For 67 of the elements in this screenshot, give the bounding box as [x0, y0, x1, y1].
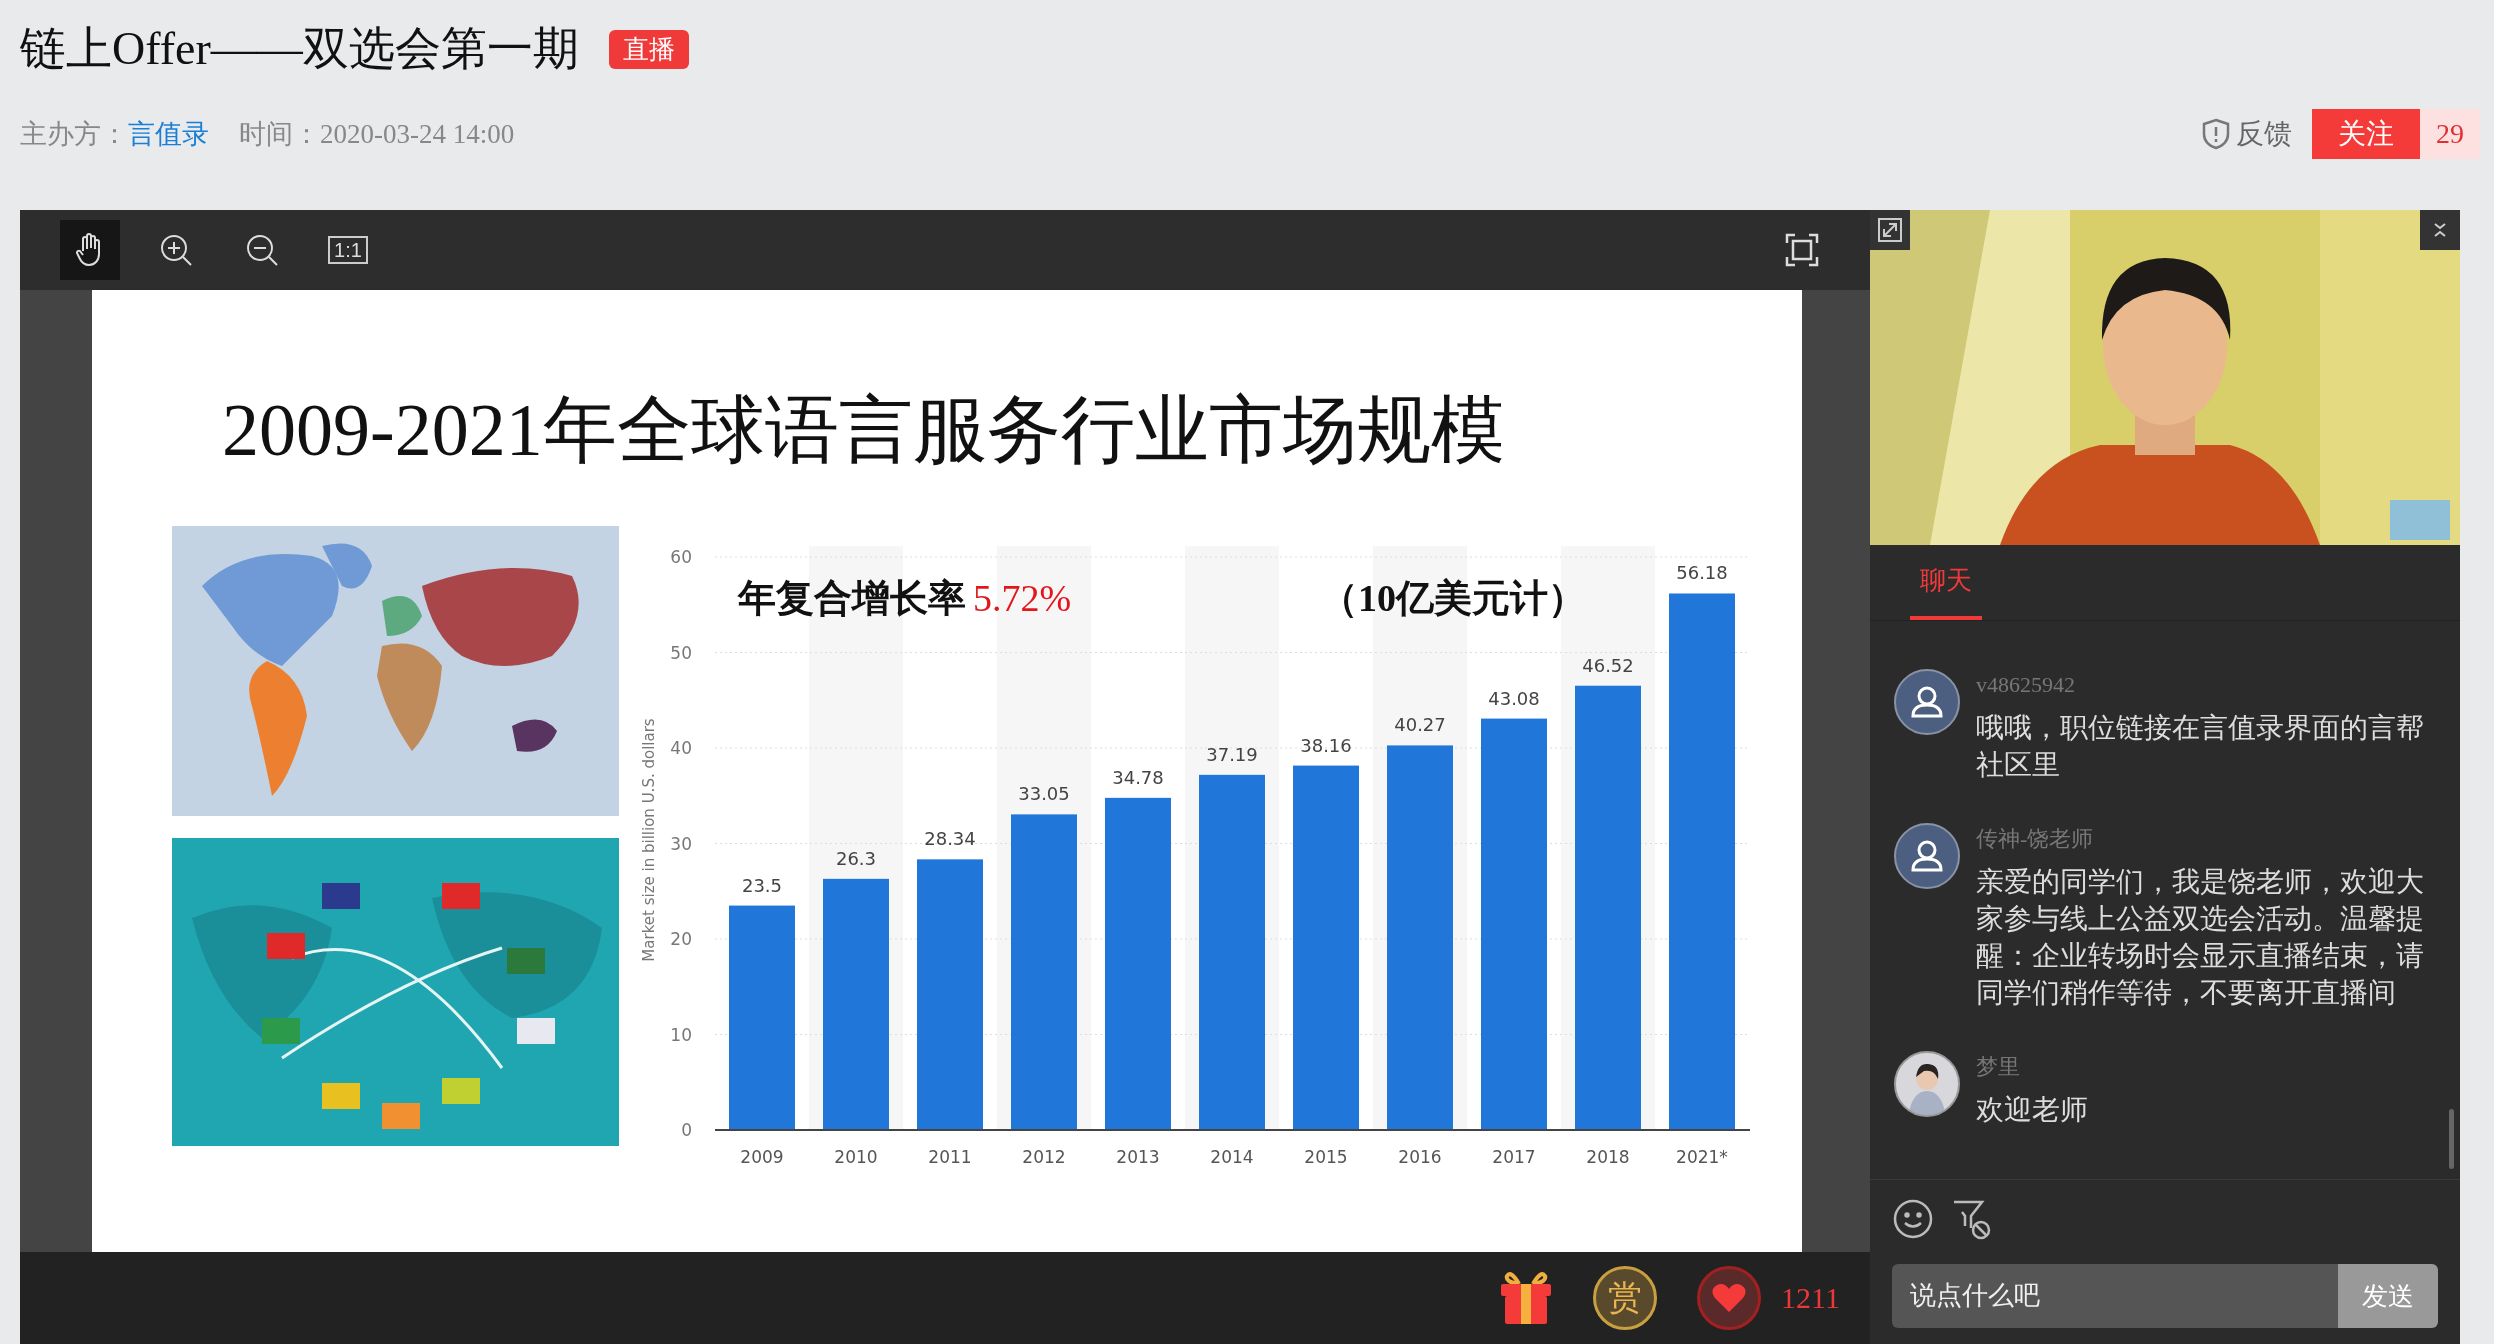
tick-label: 20 — [670, 929, 692, 949]
emoji-icon[interactable] — [1892, 1198, 1934, 1240]
unit-note: （10亿美元计） — [1320, 577, 1586, 619]
data-label: 23.5 — [741, 874, 783, 896]
event-time: 时间：2020-03-24 14:00 — [239, 118, 515, 151]
scrollbar[interactable] — [2449, 1109, 2454, 1169]
host-link[interactable]: 言值录 — [128, 116, 209, 152]
page-title: 链上Offer——双选会第一期 — [20, 22, 579, 76]
fullscreen-icon — [1785, 233, 1819, 267]
chat-tab[interactable]: 聊天 — [1910, 545, 1982, 620]
zoom-in-icon — [159, 233, 193, 267]
data-label: 33.05 — [1018, 783, 1070, 805]
chat-message: 亲爱的同学们，我是饶老师，欢迎大家参与线上公益双选会活动。温馨提醒：企业转场时会显示直播结束，请同学们稍作等待，不要离开直播间 — [1976, 865, 2425, 1010]
data-label: 56.18 — [1676, 562, 1728, 584]
follow-button[interactable]: 关注 — [2312, 109, 2420, 159]
tick-label: 50 — [670, 642, 692, 663]
data-label: 46.52 — [1582, 654, 1634, 676]
zoom-out-icon — [245, 233, 279, 267]
expand-button[interactable] — [1870, 210, 1910, 250]
actual-size-tool[interactable]: 1:1 — [318, 220, 378, 280]
chat-message: 欢迎老师 — [1976, 1093, 2089, 1127]
heart-icon — [1711, 1282, 1748, 1314]
chat-message: 哦哦，职位链接在言值录界面的言帮社区里 — [1976, 711, 2425, 782]
like-count: 1211 — [1781, 1281, 1840, 1315]
tick-label: 60 — [670, 547, 692, 567]
data-label: 43.08 — [1488, 687, 1540, 709]
tick-label: 0 — [681, 1120, 692, 1140]
axis-label: 2015 — [1304, 1147, 1348, 1167]
chat-input[interactable]: 说点什么吧 — [1892, 1264, 2338, 1328]
data-label: 28.34 — [924, 828, 976, 850]
reward-button[interactable]: 赏 — [1593, 1266, 1658, 1330]
axis-label: 2012 — [1022, 1147, 1066, 1167]
follower-count: 29 — [2420, 109, 2480, 159]
send-button[interactable]: 发送 — [2338, 1264, 2438, 1328]
axis-title: Market size in billion U.S. dollars — [640, 718, 658, 962]
axis-label: 2016 — [1398, 1147, 1442, 1167]
axis-label: 2017 — [1492, 1147, 1536, 1167]
username: 传神-饶老师 — [1976, 825, 2095, 853]
filter-icon[interactable] — [1952, 1198, 1992, 1240]
growth-label: 年复合增长率 — [738, 577, 966, 619]
username: 梦里 — [1976, 1053, 2021, 1081]
axis-label: 2013 — [1116, 1147, 1160, 1167]
gift-icon[interactable] — [1499, 1270, 1554, 1326]
axis-label: 2018 — [1586, 1147, 1630, 1167]
expand-icon — [1877, 217, 1903, 243]
data-label: 34.78 — [1112, 766, 1164, 788]
data-label: 40.27 — [1394, 714, 1446, 736]
tick-label: 40 — [670, 738, 692, 758]
slide-title: 2009-2021年全球语言服务行业市场规模 — [221, 388, 1506, 473]
hand-tool[interactable] — [60, 220, 120, 280]
feedback-button[interactable]: 反馈 — [2202, 115, 2292, 153]
username: v48625942 — [1976, 671, 2076, 699]
axis-label: 2009 — [740, 1147, 784, 1167]
data-label: 38.16 — [1300, 734, 1352, 756]
tick-label: 10 — [670, 1024, 692, 1045]
tick-label: 30 — [670, 833, 692, 854]
axis-label: 2014 — [1210, 1147, 1254, 1167]
data-label: 26.3 — [835, 847, 877, 869]
growth-value: 5.72% — [973, 577, 1072, 619]
axis-label: 2021* — [1676, 1147, 1728, 1167]
host-label: 主办方： — [20, 118, 128, 151]
data-label: 37.19 — [1206, 743, 1258, 765]
axis-label: 2011 — [928, 1147, 972, 1167]
collapse-button[interactable] — [2420, 210, 2460, 250]
shield-icon — [2202, 118, 2230, 150]
live-badge: 直播 — [608, 29, 689, 69]
axis-label: 2010 — [834, 1147, 878, 1167]
